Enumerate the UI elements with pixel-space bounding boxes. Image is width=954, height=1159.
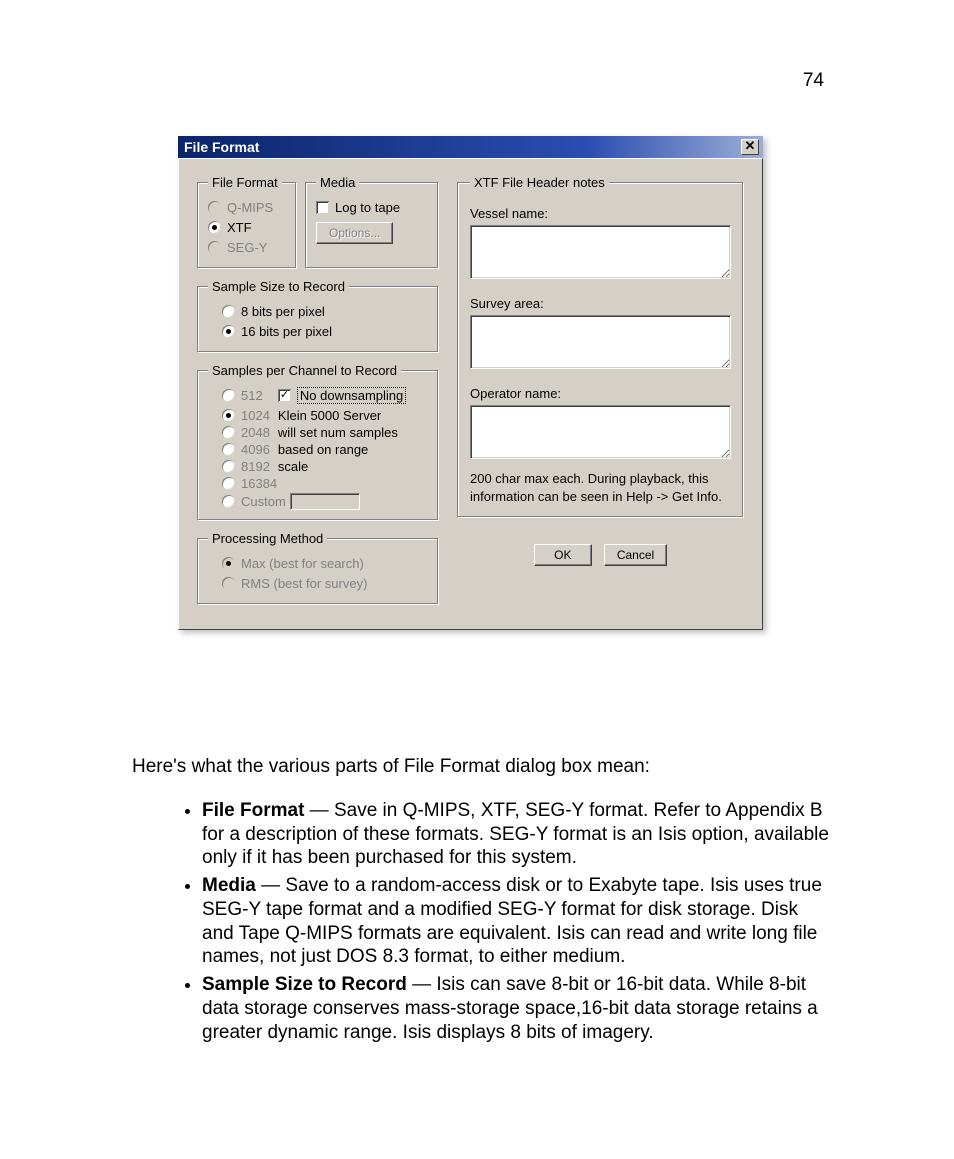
xtf-header-notes-group: XTF File Header notes Vessel name: Surve… [457,175,744,518]
radio-16bits[interactable]: 16 bits per pixel [222,322,428,340]
checkbox-icon: ✓ [278,389,291,402]
radio-label: SEG-Y [227,240,267,255]
radio-label-custom: Custom [241,494,288,509]
radio-label-8192: 8192 [241,459,272,474]
radio-label: Q-MIPS [227,200,273,215]
sample-size-legend: Sample Size to Record [208,279,349,294]
samples-per-channel-legend: Samples per Channel to Record [208,363,401,378]
radio-rms: RMS (best for survey) [222,574,428,592]
list-item: Sample Size to Record — Isis can save 8-… [202,973,832,1044]
note-line: scale [278,459,428,474]
radio-icon [222,426,235,439]
radio-segy: SEG-Y [208,238,286,256]
custom-samples-input [290,493,360,510]
document-body: Here's what the various parts of File Fo… [132,755,832,1048]
radio-label-2048: 2048 [241,425,272,440]
list-item: File Format — Save in Q-MIPS, XTF, SEG-Y… [202,799,832,870]
radio-label-4096: 4096 [241,442,272,457]
vessel-name-input[interactable] [470,225,731,279]
file-format-dialog: File Format ✕ File Format Q-MIPS XTF [178,136,763,630]
term: Sample Size to Record [202,974,407,995]
list-item: Media — Save to a random-access disk or … [202,874,832,969]
radio-icon [222,477,235,490]
survey-area-label: Survey area: [470,296,731,311]
dialog-titlebar: File Format ✕ [178,136,763,158]
sample-size-group: Sample Size to Record 8 bits per pixel 1… [197,279,439,353]
checkbox-label: Log to tape [335,200,400,215]
operator-name-input[interactable] [470,405,731,459]
radio-icon [222,557,235,570]
media-legend: Media [316,175,359,190]
media-group: Media Log to tape Options... [305,175,439,269]
note-line: will set num samples [278,425,428,440]
term: File Format [202,800,304,821]
term-text: — Save to a random-access disk or to Exa… [202,875,822,967]
radio-icon [222,495,235,508]
radio-label-1024: 1024 [241,408,272,423]
radio-icon [222,443,235,456]
radio-icon [208,201,221,214]
ok-button[interactable]: OK [534,544,592,566]
radio-max: Max (best for search) [222,554,428,572]
vessel-name-label: Vessel name: [470,206,731,221]
radio-label: 16 bits per pixel [241,324,332,339]
radio-label: RMS (best for survey) [241,576,367,591]
dialog-title: File Format [184,139,741,155]
radio-icon [208,221,221,234]
processing-method-group: Processing Method Max (best for search) … [197,531,439,605]
close-icon[interactable]: ✕ [741,139,759,155]
checkbox-icon [316,201,329,214]
file-format-group: File Format Q-MIPS XTF SEG-Y [197,175,297,269]
radio-8bits[interactable]: 8 bits per pixel [222,302,428,320]
radio-xtf[interactable]: XTF [208,218,286,236]
radio-icon [208,241,221,254]
survey-area-input[interactable] [470,315,731,369]
cancel-button[interactable]: Cancel [604,544,667,566]
radio-icon [222,305,235,318]
processing-method-legend: Processing Method [208,531,327,546]
radio-label: 8 bits per pixel [241,304,325,319]
checkbox-log-to-tape[interactable]: Log to tape [316,198,428,216]
radio-label: Max (best for search) [241,556,364,571]
operator-name-label: Operator name: [470,386,731,401]
note-line: Klein 5000 Server [278,408,428,423]
radio-label: XTF [227,220,252,235]
options-button: Options... [316,222,393,244]
radio-icon [222,325,235,338]
radio-label-512: 512 [241,388,272,403]
note-line: based on range [278,442,428,457]
page-number: 74 [803,70,824,92]
intro-paragraph: Here's what the various parts of File Fo… [132,755,832,779]
checkbox-no-downsampling[interactable]: ✓ No downsampling [278,386,428,404]
file-format-legend: File Format [208,175,282,190]
xtf-hint: 200 char max each. During playback, this… [470,470,731,505]
radio-icon [222,460,235,473]
radio-icon [222,389,235,402]
term: Media [202,875,256,896]
checkbox-label: No downsampling [297,387,406,404]
radio-icon [222,577,235,590]
samples-per-channel-group: Samples per Channel to Record 512 ✓ No d… [197,363,439,521]
xtf-header-notes-legend: XTF File Header notes [470,175,609,190]
radio-qmips: Q-MIPS [208,198,286,216]
radio-icon [222,409,235,422]
radio-label-16384: 16384 [241,476,428,491]
